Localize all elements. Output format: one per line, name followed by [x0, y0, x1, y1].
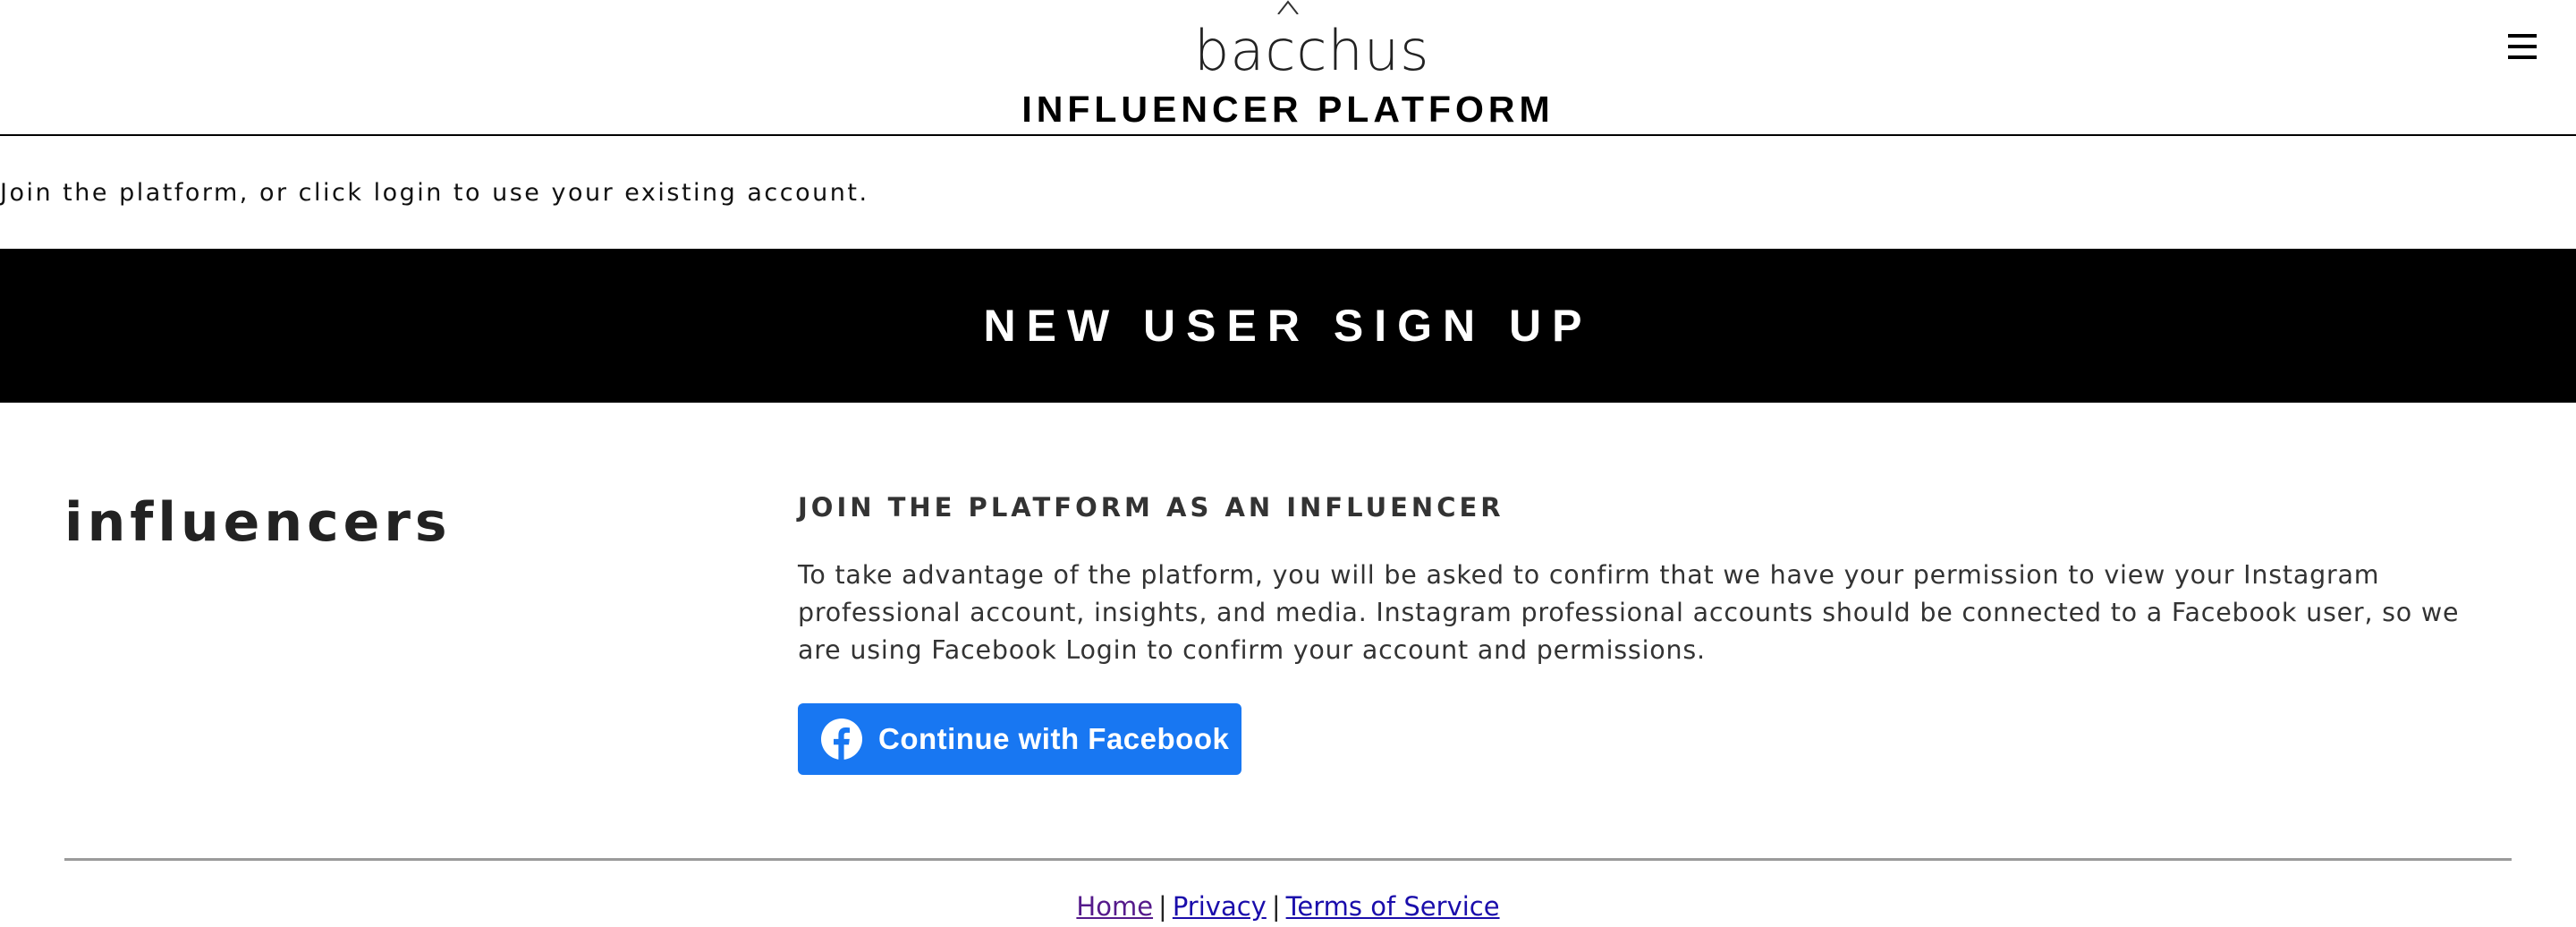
footer-separator: | — [1271, 891, 1281, 922]
footer-separator: | — [1158, 891, 1167, 922]
footer-link-privacy[interactable]: Privacy — [1173, 891, 1267, 922]
logo-text: bacchus — [1194, 18, 1430, 83]
join-heading: JOIN THE PLATFORM AS AN INFLUENCER — [798, 492, 1504, 523]
footer-link-terms[interactable]: Terms of Service — [1286, 891, 1500, 922]
facebook-logo-icon — [821, 719, 862, 760]
bacchus-logo[interactable]: bacchus — [1194, 0, 1430, 83]
logo-chevron-icon — [1277, 0, 1299, 14]
site-header: bacchus INFLUENCER PLATFORM — [0, 0, 2576, 136]
section-title: influencers — [64, 491, 452, 554]
signup-banner: NEW USER SIGN UP — [0, 249, 2576, 403]
facebook-button-label: Continue with Facebook — [878, 722, 1230, 755]
footer-links: Home | Privacy | Terms of Service — [0, 889, 2576, 924]
page: bacchus INFLUENCER PLATFORM Join the pla… — [0, 0, 2576, 927]
platform-title: INFLUENCER PLATFORM — [1021, 89, 1555, 130]
footer-divider — [64, 858, 2512, 861]
intro-text: Join the platform, or click login to use… — [0, 179, 869, 207]
signup-banner-title: NEW USER SIGN UP — [983, 301, 1593, 351]
hamburger-menu-icon[interactable] — [2504, 32, 2540, 61]
join-description: To take advantage of the platform, you w… — [798, 560, 2460, 665]
footer-link-home[interactable]: Home — [1076, 891, 1153, 922]
continue-with-facebook-button[interactable]: Continue with Facebook — [798, 703, 1241, 775]
